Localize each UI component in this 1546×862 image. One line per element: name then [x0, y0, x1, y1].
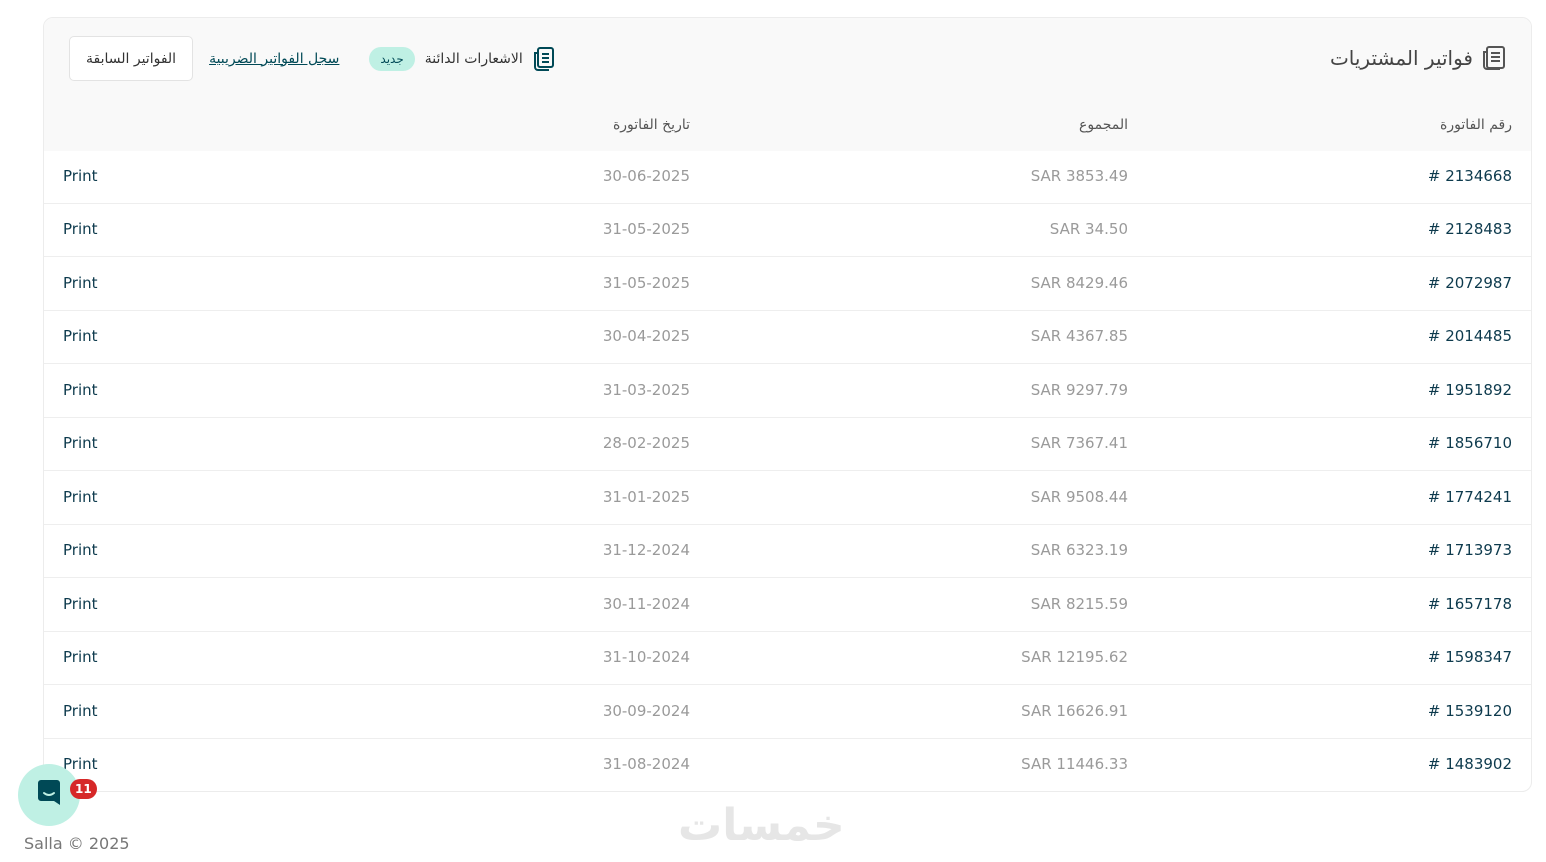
table-row: # 1951892 SAR 9297.79 31-03-2025 Print — [44, 365, 1531, 418]
invoice-number-link[interactable]: # 1539120 — [1428, 702, 1512, 720]
invoice-date: 30-11-2024 — [602, 595, 690, 613]
print-link[interactable]: Print — [63, 327, 98, 345]
invoice-total: SAR 3853.49 — [1030, 167, 1128, 185]
invoice-date: 31-10-2024 — [602, 648, 690, 666]
table-row: # 1774241 SAR 9508.44 31-01-2025 Print — [44, 472, 1531, 525]
invoice-date: 28-02-2025 — [602, 434, 690, 452]
invoice-total: SAR 4367.85 — [1030, 327, 1128, 345]
print-link[interactable]: Print — [63, 220, 98, 238]
page-title: فواتير المشتريات — [1329, 46, 1473, 70]
invoice-total: SAR 9297.79 — [1030, 381, 1128, 399]
table-row: # 1713973 SAR 6323.19 31-12-2024 Print — [44, 525, 1531, 578]
credit-notes-link[interactable]: جديد الاشعارات الدائنة — [369, 46, 555, 71]
print-link[interactable]: Print — [63, 702, 98, 720]
table-row: # 1598347 SAR 12195.62 31-10-2024 Print — [44, 632, 1531, 685]
invoice-icon — [1481, 45, 1507, 71]
print-link[interactable]: Print — [63, 488, 98, 506]
chat-icon — [34, 778, 64, 812]
table-row: # 2128483 SAR 34.50 31-05-2025 Print — [44, 204, 1531, 257]
footer-copyright: Salla © 2025 — [24, 834, 130, 853]
invoice-date: 30-06-2025 — [602, 167, 690, 185]
invoice-number-link[interactable]: # 2128483 — [1428, 220, 1512, 238]
table-header: رقم الفاتورة المجموع تاريخ الفاتورة — [44, 100, 1531, 151]
invoice-date: 31-05-2025 — [602, 274, 690, 292]
invoice-number-link[interactable]: # 2072987 — [1428, 274, 1512, 292]
invoice-number-link[interactable]: # 1483902 — [1428, 755, 1512, 773]
column-header-number: رقم الفاتورة — [1440, 117, 1512, 133]
purchase-invoices-card: فواتير المشتريات الفواتير السابقة سجل ال… — [43, 17, 1532, 792]
invoice-total: SAR 16626.91 — [1021, 702, 1128, 720]
invoice-total: SAR 12195.62 — [1021, 648, 1128, 666]
table-row: # 1483902 SAR 11446.33 31-08-2024 Print — [44, 739, 1531, 791]
table-row: # 2072987 SAR 8429.46 31-05-2025 Print — [44, 258, 1531, 311]
invoice-date: 31-01-2025 — [602, 488, 690, 506]
invoice-number-link[interactable]: # 1856710 — [1428, 434, 1512, 452]
invoice-date: 31-12-2024 — [602, 541, 690, 559]
invoice-total: SAR 9508.44 — [1030, 488, 1128, 506]
invoice-total: SAR 6323.19 — [1030, 541, 1128, 559]
column-header-date: تاريخ الفاتورة — [612, 117, 690, 133]
invoice-total: SAR 34.50 — [1049, 220, 1128, 238]
invoice-number-link[interactable]: # 1713973 — [1428, 541, 1512, 559]
invoice-number-link[interactable]: # 2014485 — [1428, 327, 1512, 345]
invoice-date: 30-04-2025 — [602, 327, 690, 345]
print-link[interactable]: Print — [63, 381, 98, 399]
invoice-date: 31-08-2024 — [602, 755, 690, 773]
print-link[interactable]: Print — [63, 434, 98, 452]
header-actions: الفواتير السابقة سجل الفواتير الضريبية ج… — [69, 36, 555, 81]
invoice-number-link[interactable]: # 1951892 — [1428, 381, 1512, 399]
chat-unread-badge: 11 — [70, 779, 97, 799]
card-header: فواتير المشتريات الفواتير السابقة سجل ال… — [44, 18, 1531, 100]
previous-invoices-button[interactable]: الفواتير السابقة — [69, 36, 194, 81]
print-link[interactable]: Print — [63, 595, 98, 613]
credit-notes-label: الاشعارات الدائنة — [424, 50, 523, 67]
invoice-date: 31-05-2025 — [602, 220, 690, 238]
invoice-total: SAR 8215.59 — [1030, 595, 1128, 613]
print-link[interactable]: Print — [63, 648, 98, 666]
table-row: # 2014485 SAR 4367.85 30-04-2025 Print — [44, 311, 1531, 364]
tax-invoices-log-link[interactable]: سجل الفواتير الضريبية — [209, 51, 339, 67]
invoice-total: SAR 8429.46 — [1030, 274, 1128, 292]
chat-button[interactable] — [18, 764, 80, 826]
print-link[interactable]: Print — [63, 541, 98, 559]
invoice-total: SAR 7367.41 — [1030, 434, 1128, 452]
invoice-number-link[interactable]: # 1657178 — [1428, 595, 1512, 613]
invoice-number-link[interactable]: # 1774241 — [1428, 488, 1512, 506]
print-link[interactable]: Print — [63, 167, 98, 185]
table-row: # 1539120 SAR 16626.91 30-09-2024 Print — [44, 686, 1531, 739]
new-badge: جديد — [369, 46, 415, 71]
invoice-number-link[interactable]: # 1598347 — [1428, 648, 1512, 666]
invoice-number-link[interactable]: # 2134668 — [1428, 167, 1512, 185]
column-header-total: المجموع — [1079, 117, 1128, 133]
invoice-date: 30-09-2024 — [602, 702, 690, 720]
invoice-date: 31-03-2025 — [602, 381, 690, 399]
page-title-wrap: فواتير المشتريات — [1330, 45, 1507, 71]
table-row: # 1657178 SAR 8215.59 30-11-2024 Print — [44, 579, 1531, 632]
document-list-icon — [533, 46, 555, 71]
khamsat-watermark: خمسات — [678, 800, 845, 851]
print-link[interactable]: Print — [63, 274, 98, 292]
table-row: # 1856710 SAR 7367.41 28-02-2025 Print — [44, 418, 1531, 471]
table-row: # 2134668 SAR 3853.49 30-06-2025 Print — [44, 151, 1531, 204]
invoice-total: SAR 11446.33 — [1021, 755, 1128, 773]
